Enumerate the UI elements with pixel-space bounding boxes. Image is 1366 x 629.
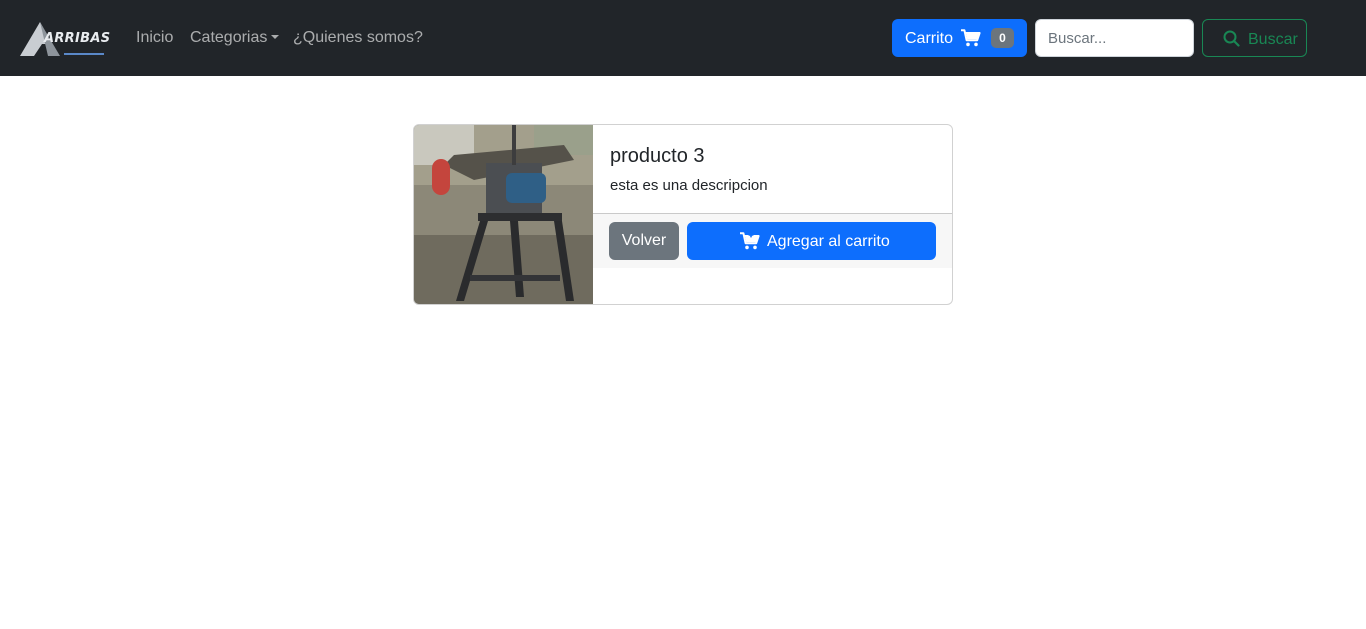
- brand-logo[interactable]: ARRIBAS: [18, 18, 110, 58]
- add-to-cart-button[interactable]: Agregar al carrito: [687, 222, 936, 260]
- search-input[interactable]: [1035, 19, 1194, 57]
- shopping-cart-icon: [961, 29, 981, 52]
- caret-down-icon: [271, 35, 280, 39]
- product-card: producto 3 esta es una descripcion Volve…: [413, 124, 953, 305]
- product-image: [414, 125, 593, 304]
- nav-link-categorias-label: Categorias: [190, 29, 268, 46]
- product-actions: Volver Agregar al carrito: [593, 213, 952, 268]
- cart-count-badge: 0: [991, 28, 1014, 48]
- add-to-cart-label: Agregar al carrito: [767, 233, 890, 250]
- cart-label: Carrito: [905, 30, 954, 47]
- brand-name: ARRIBAS: [44, 31, 111, 46]
- back-button[interactable]: Volver: [609, 222, 679, 260]
- navbar: ARRIBAS Inicio Categorias ¿Quienes somos…: [0, 0, 1366, 76]
- nav-dropdown-categorias[interactable]: Categorias: [190, 28, 280, 48]
- cart-button[interactable]: Carrito 0: [892, 19, 1027, 57]
- search-icon: [1223, 30, 1240, 52]
- shopping-cart-plus-icon: [740, 232, 760, 255]
- search-button[interactable]: Buscar: [1202, 19, 1307, 57]
- product-title: producto 3: [610, 145, 705, 167]
- nav-link-inicio[interactable]: Inicio: [136, 28, 173, 48]
- search-button-label: Buscar: [1248, 31, 1298, 48]
- nav-link-quienes-somos[interactable]: ¿Quienes somos?: [293, 28, 423, 48]
- product-description: esta es una descripcion: [610, 177, 768, 194]
